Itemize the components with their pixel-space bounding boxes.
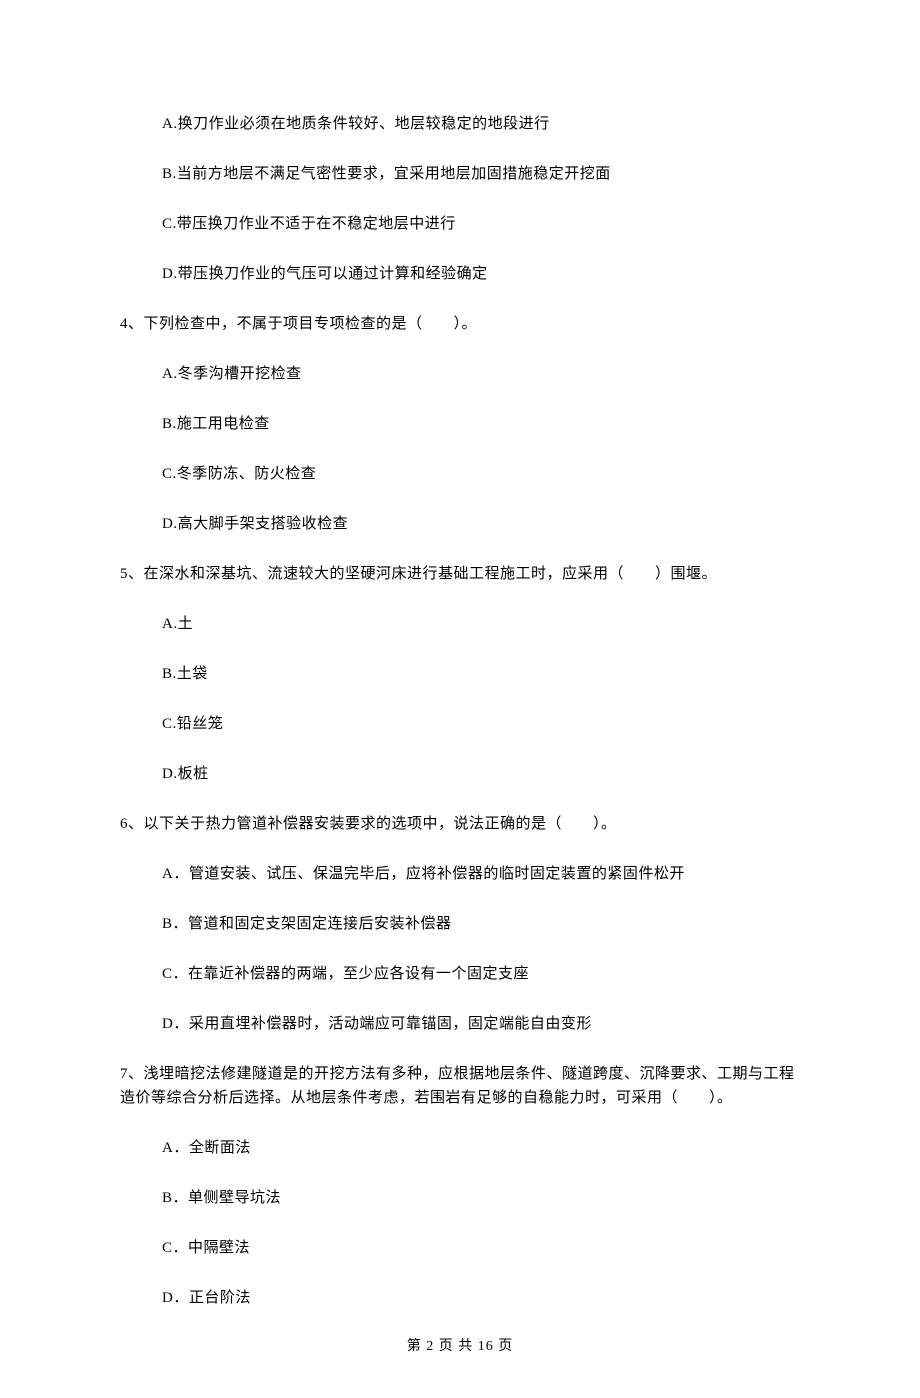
- q5-stem: 5、在深水和深基坑、流速较大的坚硬河床进行基础工程施工时，应采用（ ）围堰。: [120, 562, 800, 586]
- q5-option-d: D.板桩: [162, 762, 800, 786]
- q7-option-a: A．全断面法: [162, 1136, 800, 1160]
- q4-option-b: B.施工用电检查: [162, 412, 800, 436]
- q3-option-b: B.当前方地层不满足气密性要求，宜采用地层加固措施稳定开挖面: [162, 162, 800, 186]
- q4-stem: 4、下列检查中，不属于项目专项检查的是（ ）。: [120, 312, 800, 336]
- q3-option-a: A.换刀作业必须在地质条件较好、地层较稳定的地段进行: [162, 112, 800, 136]
- q6-stem: 6、以下关于热力管道补偿器安装要求的选项中，说法正确的是（ ）。: [120, 812, 800, 836]
- q7-stem: 7、浅埋暗挖法修建隧道是的开挖方法有多种，应根据地层条件、隧道跨度、沉降要求、工…: [120, 1062, 800, 1110]
- q4-option-a: A.冬季沟槽开挖检查: [162, 362, 800, 386]
- q7-option-c: C．中隔壁法: [162, 1236, 800, 1260]
- q6-option-c: C．在靠近补偿器的两端，至少应各设有一个固定支座: [162, 962, 800, 986]
- q7-option-b: B．单侧壁导坑法: [162, 1186, 800, 1210]
- q5-option-a: A.土: [162, 612, 800, 636]
- q5-option-b: B.土袋: [162, 662, 800, 686]
- q6-option-a: A．管道安装、试压、保温完毕后，应将补偿器的临时固定装置的紧固件松开: [162, 862, 800, 886]
- q6-option-d: D．采用直埋补偿器时，活动端应可靠锚固，固定端能自由变形: [162, 1012, 800, 1036]
- q3-option-c: C.带压换刀作业不适于在不稳定地层中进行: [162, 212, 800, 236]
- q5-option-c: C.铅丝笼: [162, 712, 800, 736]
- q3-option-d: D.带压换刀作业的气压可以通过计算和经验确定: [162, 262, 800, 286]
- q4-option-d: D.高大脚手架支搭验收检查: [162, 512, 800, 536]
- q4-option-c: C.冬季防冻、防火检查: [162, 462, 800, 486]
- page-footer: 第 2 页 共 16 页: [120, 1336, 800, 1358]
- q7-option-d: D．正台阶法: [162, 1286, 800, 1310]
- q6-option-b: B．管道和固定支架固定连接后安装补偿器: [162, 912, 800, 936]
